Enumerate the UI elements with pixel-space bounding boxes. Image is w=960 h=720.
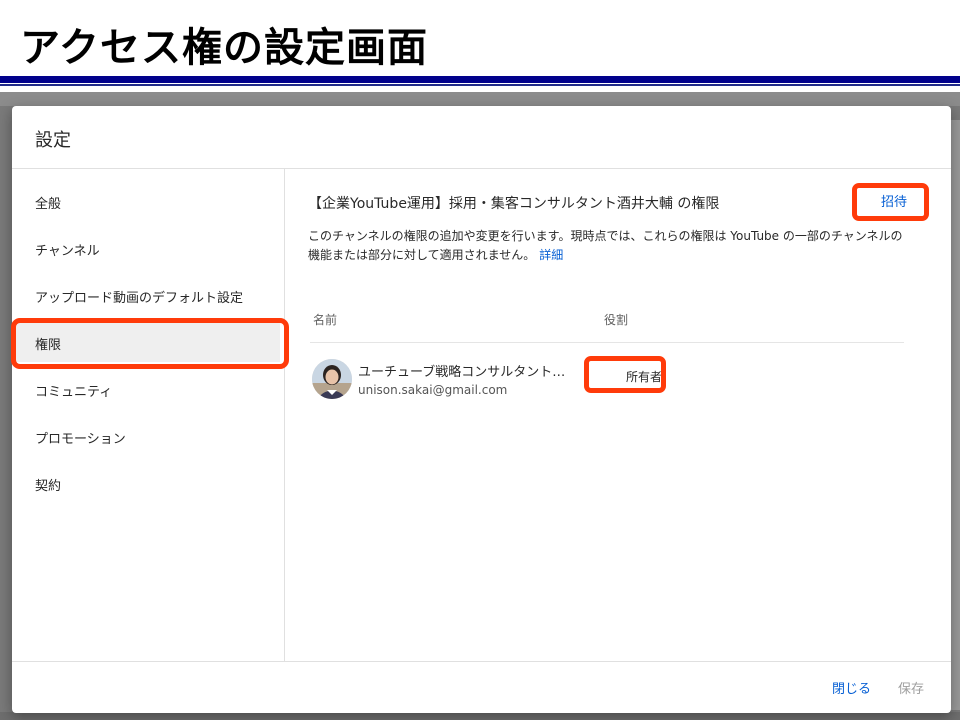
description-text: このチャンネルの権限の追加や変更を行います。現時点では、これらの権限は YouT… — [308, 229, 903, 262]
slide: アクセス権の設定画面 設定 全般 チャンネル アップロード動画のデフォルト設定 … — [0, 0, 960, 720]
sidebar-item-label: アップロード動画のデフォルト設定 — [35, 291, 244, 306]
sidebar-item-label: 契約 — [35, 479, 62, 494]
sidebar-item-label: 権限 — [35, 338, 62, 353]
sidebar-item-label: コミュニティ — [35, 385, 113, 400]
backdrop-bottom-strip — [0, 712, 960, 720]
invite-button[interactable]: 招待 — [864, 185, 924, 215]
sidebar-item-permissions[interactable]: 権限 — [12, 322, 280, 362]
settings-dialog: 設定 全般 チャンネル アップロード動画のデフォルト設定 権限 コミュニティ プ… — [12, 106, 951, 713]
column-header-role: 役割 — [604, 313, 629, 327]
dialog-header: 設定 — [12, 106, 951, 169]
title-rule-thin — [0, 84, 960, 86]
permissions-heading: 【企業YouTube運用】採用・集客コンサルタント酒井大輔 の権限 — [308, 196, 720, 212]
learn-more-link[interactable]: 詳細 — [539, 248, 563, 262]
sidebar-item-label: 全般 — [35, 197, 62, 212]
settings-sidebar: 全般 チャンネル アップロード動画のデフォルト設定 権限 コミュニティ プロモー… — [12, 169, 285, 661]
user-avatar-photo-icon — [312, 359, 352, 399]
user-email: unison.sakai@gmail.com — [358, 383, 508, 397]
title-rule — [0, 76, 960, 83]
user-name: ユーチューブ戦略コンサルタント酒… — [358, 365, 573, 380]
permissions-description: このチャンネルの権限の追加や変更を行います。現時点では、これらの権限は YouT… — [308, 227, 908, 265]
permissions-panel: 【企業YouTube運用】採用・集客コンサルタント酒井大輔 の権限 招待 このチ… — [286, 169, 951, 661]
sidebar-item-community[interactable]: コミュニティ — [12, 369, 280, 409]
avatar — [312, 359, 352, 399]
dialog-title: 設定 — [35, 130, 71, 151]
slide-title: アクセス権の設定画面 — [20, 25, 428, 71]
dialog-footer: 閉じる 保存 — [12, 661, 951, 713]
sidebar-item-promotion[interactable]: プロモーション — [12, 416, 280, 456]
table-row: ユーチューブ戦略コンサルタント酒… unison.sakai@gmail.com… — [308, 349, 908, 409]
sidebar-item-label: プロモーション — [35, 432, 126, 447]
sidebar-item-agreements[interactable]: 契約 — [12, 463, 280, 503]
column-header-name: 名前 — [313, 313, 338, 327]
sidebar-item-upload-defaults[interactable]: アップロード動画のデフォルト設定 — [12, 275, 280, 315]
backdrop-right-strip — [950, 120, 960, 710]
role-owner[interactable]: 所有者 — [619, 364, 670, 389]
table-header-divider — [310, 342, 904, 343]
sidebar-item-general[interactable]: 全般 — [12, 181, 280, 221]
backdrop-top-bar — [0, 92, 960, 106]
close-button[interactable]: 閉じる — [832, 678, 871, 697]
sidebar-item-channel[interactable]: チャンネル — [12, 228, 280, 268]
sidebar-item-label: チャンネル — [35, 244, 100, 259]
save-button[interactable]: 保存 — [898, 678, 924, 697]
